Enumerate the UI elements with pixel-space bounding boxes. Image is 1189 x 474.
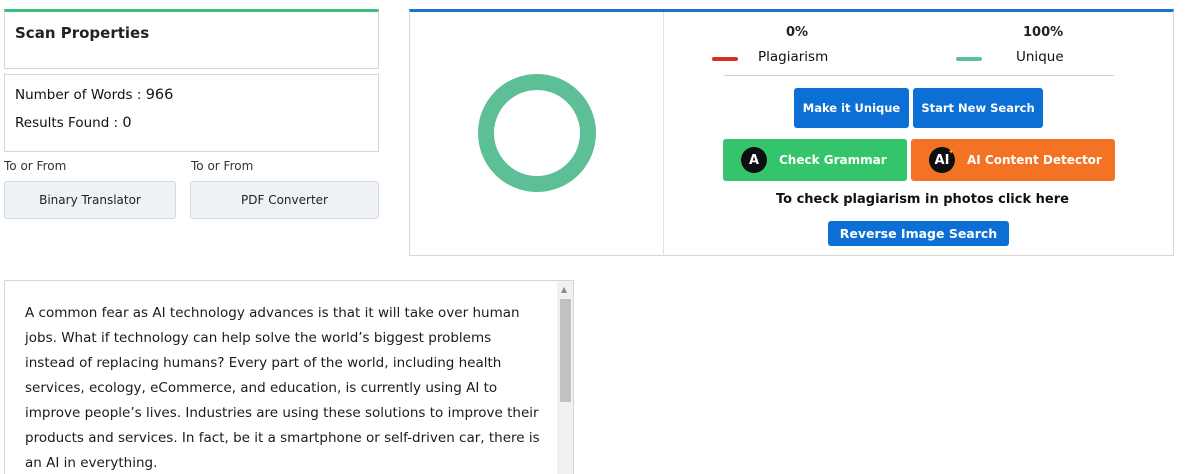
word-count-label: Number of Words : <box>15 87 146 103</box>
scroll-up-arrow-icon[interactable]: ▲ <box>561 285 567 294</box>
result-card: 0% 100% Plagiarism Unique Make it Unique… <box>409 9 1174 256</box>
binary-translator-button[interactable]: Binary Translator <box>4 181 176 219</box>
plagiarism-donut-chart <box>478 74 596 192</box>
grammar-check-icon: A <box>741 147 767 173</box>
ai-sparkle-icon: AI ✦ <box>929 147 955 173</box>
photo-plagiarism-prompt: To check plagiarism in photos click here <box>776 192 1069 207</box>
check-grammar-button[interactable]: A Check Grammar <box>723 139 907 181</box>
reverse-image-search-button[interactable]: Reverse Image Search <box>828 221 1009 246</box>
input-text-content[interactable]: A common fear as AI technology advances … <box>25 301 540 474</box>
plagiarism-percent: 0% <box>786 25 809 40</box>
scan-properties-card: Scan Properties <box>4 9 379 69</box>
legend-divider <box>724 75 1114 76</box>
word-count-value: 966 <box>145 87 174 103</box>
input-text-area[interactable]: A common fear as AI technology advances … <box>4 280 574 474</box>
ai-content-detector-label: AI Content Detector <box>967 153 1102 167</box>
vertical-scrollbar[interactable]: ▲ <box>557 281 573 474</box>
results-found: Results Found : 0 <box>15 115 132 131</box>
to-from-caption-left: To or From <box>4 159 67 173</box>
word-count: Number of Words : 966 <box>15 87 173 103</box>
plagiarism-legend-label: Plagiarism <box>758 49 829 65</box>
unique-percent: 100% <box>1023 25 1064 40</box>
make-it-unique-button[interactable]: Make it Unique <box>794 88 909 128</box>
grammar-icon-glyph: A <box>748 152 760 168</box>
check-grammar-label: Check Grammar <box>779 153 887 167</box>
result-divider <box>663 12 664 256</box>
donut-unique-arc <box>478 74 596 192</box>
start-new-search-button[interactable]: Start New Search <box>913 88 1043 128</box>
scrollbar-thumb[interactable] <box>560 299 571 402</box>
scan-properties-title: Scan Properties <box>15 24 150 42</box>
unique-legend-swatch <box>956 57 982 61</box>
scan-stats-card: Number of Words : 966 Results Found : 0 <box>4 74 379 152</box>
to-from-caption-right: To or From <box>191 159 254 173</box>
pdf-converter-button[interactable]: PDF Converter <box>190 181 379 219</box>
results-found-value: 0 <box>122 115 132 131</box>
ai-content-detector-button[interactable]: AI ✦ AI Content Detector <box>911 139 1115 181</box>
plagiarism-legend-swatch <box>712 57 738 61</box>
unique-legend-label: Unique <box>1016 49 1064 65</box>
results-found-label: Results Found : <box>15 115 123 131</box>
